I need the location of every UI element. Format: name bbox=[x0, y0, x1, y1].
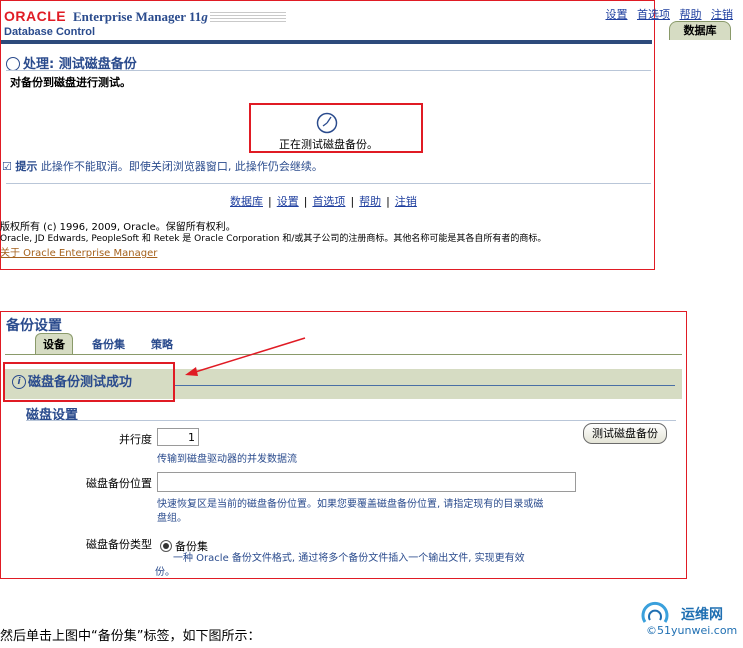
backup-type-hint-line-2: 份。 bbox=[155, 567, 175, 578]
success-message: i 磁盘备份测试成功 bbox=[12, 371, 132, 390]
location-hint-line-2: 盘组。 bbox=[157, 513, 187, 524]
separator: | bbox=[386, 195, 390, 208]
page-subtitle: 对备份到磁盘进行测试。 bbox=[10, 76, 131, 89]
footer-links: 数据库 | 设置 | 首选项 | 帮助 | 注销 bbox=[230, 193, 417, 209]
footer-help-link[interactable]: 帮助 bbox=[359, 195, 381, 208]
separator: | bbox=[350, 195, 355, 208]
oracle-logo: ORACLE bbox=[4, 8, 67, 24]
divider bbox=[6, 70, 651, 71]
help-link[interactable]: 帮助 bbox=[680, 8, 702, 21]
preferences-link[interactable]: 首选项 bbox=[637, 8, 670, 21]
disk-backup-type-label: 磁盘备份类型 bbox=[86, 538, 152, 551]
footer-database-link[interactable]: 数据库 bbox=[230, 195, 263, 208]
tab-policy[interactable]: 策略 bbox=[151, 336, 173, 352]
clock-icon bbox=[316, 112, 338, 134]
logout-link[interactable]: 注销 bbox=[711, 8, 733, 21]
location-hint: 快速恢复区是当前的磁盘备份位置。如果您要覆盖磁盘备份位置, 请指定现有的目录或磁… bbox=[157, 498, 543, 526]
global-links: 设置 首选项 帮助 注销 bbox=[600, 6, 734, 22]
processing-icon bbox=[6, 56, 20, 71]
header-bar bbox=[1, 40, 652, 44]
about-link[interactable]: 关于 Oracle Enterprise Manager bbox=[0, 244, 157, 259]
info-icon: i bbox=[12, 374, 26, 389]
footer-setup-link[interactable]: 设置 bbox=[277, 195, 299, 208]
divider bbox=[6, 183, 651, 184]
annotation-arrow bbox=[185, 337, 306, 376]
parallelism-input[interactable] bbox=[157, 428, 199, 446]
confirmation-divider bbox=[175, 385, 675, 386]
location-hint-line-1: 快速恢复区是当前的磁盘备份位置。如果您要覆盖磁盘备份位置, 请指定现有的目录或磁 bbox=[157, 499, 544, 510]
product-name: Enterprise Manager 11g bbox=[73, 9, 208, 25]
parallelism-hint: 传输到磁盘驱动器的并发数据流 bbox=[157, 454, 297, 465]
product-version: g bbox=[201, 9, 208, 24]
disk-backup-location-input[interactable] bbox=[157, 472, 576, 492]
separator: | bbox=[268, 195, 272, 208]
progress-text: 正在测试磁盘备份。 bbox=[279, 138, 378, 151]
tab-backup-set[interactable]: 备份集 bbox=[92, 336, 125, 352]
test-disk-backup-button[interactable]: 测试磁盘备份 bbox=[583, 423, 667, 444]
footer-logout-link[interactable]: 注销 bbox=[395, 195, 417, 208]
tip-check-icon: ☑ bbox=[2, 160, 12, 173]
parallelism-label: 并行度 bbox=[119, 433, 152, 446]
product-subtitle: Database Control bbox=[4, 26, 96, 38]
trademark-text: Oracle, JD Edwards, PeopleSoft 和 Retek 是… bbox=[0, 234, 547, 244]
divider bbox=[26, 420, 676, 421]
success-message-text: 磁盘备份测试成功 bbox=[28, 375, 133, 390]
setup-link[interactable]: 设置 bbox=[606, 8, 628, 21]
footer-preferences-link[interactable]: 首选项 bbox=[312, 195, 345, 208]
tip: ☑ 提示 此操作不能取消。即使关闭浏览器窗口, 此操作仍会继续。 bbox=[2, 158, 323, 174]
disk-backup-location-label: 磁盘备份位置 bbox=[86, 477, 152, 490]
separator: | bbox=[303, 195, 308, 208]
watermark-title: 运维网 bbox=[681, 607, 723, 623]
section-page-title: 备份设置 bbox=[6, 318, 62, 334]
product-name-text: Enterprise Manager 11 bbox=[73, 9, 202, 24]
backup-type-hint-line-1: 一种 Oracle 备份文件格式, 通过将多个备份文件插入一个输出文件, 实现更… bbox=[173, 553, 525, 564]
watermark-url: ©51yunwei.com bbox=[646, 624, 738, 637]
tip-label: 提示 bbox=[15, 160, 38, 173]
tab-database[interactable]: 数据库 bbox=[669, 21, 731, 40]
tab-device[interactable]: 设备 bbox=[35, 333, 73, 354]
tip-text: 此操作不能取消。即使关闭浏览器窗口, 此操作仍会继续。 bbox=[40, 160, 323, 173]
backup-set-radio[interactable] bbox=[160, 540, 172, 552]
caption-text: 然后单击上图中“备份集”标签，如下图所示： bbox=[0, 629, 261, 644]
header-stripes bbox=[210, 12, 286, 24]
backup-type-hint: 一种 Oracle 备份文件格式, 通过将多个备份文件插入一个输出文件, 实现更… bbox=[155, 552, 525, 580]
